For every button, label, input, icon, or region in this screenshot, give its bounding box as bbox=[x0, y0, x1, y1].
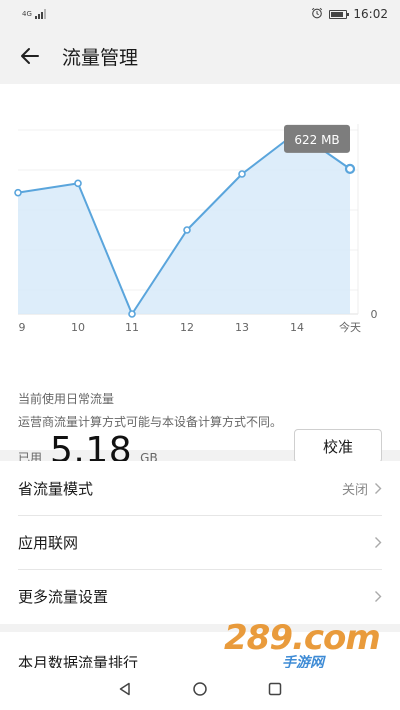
alarm-icon bbox=[311, 7, 323, 22]
square-recents-icon bbox=[268, 682, 281, 696]
nav-home-button[interactable] bbox=[185, 674, 215, 704]
circle-home-icon bbox=[193, 682, 207, 696]
data-point bbox=[238, 170, 246, 178]
app-bar: 流量管理 bbox=[0, 28, 400, 84]
x-tick-label: 今天 bbox=[339, 320, 361, 334]
tooltip-label: 622 MB bbox=[294, 133, 339, 147]
y-tick-label: 0 bbox=[371, 308, 378, 321]
x-tick-label: 9 bbox=[19, 321, 26, 334]
usage-card: 622 MB 9 10 11 12 13 14 今天 0 已用 5.18 GB 校准 当前使用日… bbox=[0, 84, 400, 471]
carrier-note: 运营商流量计算方式可能与本设备计算方式不同。 bbox=[18, 415, 283, 429]
x-tick-label: 10 bbox=[71, 321, 85, 334]
x-tick-label: 12 bbox=[180, 321, 194, 334]
status-time: 16:02 bbox=[353, 7, 388, 21]
calibrate-button[interactable]: 校准 bbox=[294, 429, 382, 463]
status-bar: 4G 16:02 bbox=[0, 0, 400, 28]
nav-back-button[interactable] bbox=[110, 674, 140, 704]
current-usage-label: 当前使用日常流量 bbox=[18, 392, 115, 406]
setting-row-app-network[interactable]: 应用联网 bbox=[0, 515, 400, 569]
signal-icon bbox=[34, 9, 46, 19]
data-point bbox=[183, 226, 191, 234]
triangle-back-icon bbox=[120, 682, 131, 696]
navigation-bar bbox=[0, 668, 400, 710]
x-tick-label: 11 bbox=[125, 321, 139, 334]
setting-value: 关闭 bbox=[341, 482, 368, 498]
data-point bbox=[344, 163, 356, 174]
arrow-left-icon bbox=[21, 48, 39, 64]
setting-label: 更多流量设置 bbox=[18, 587, 109, 606]
setting-row-data-saver[interactable]: 省流量模式 关闭 bbox=[0, 461, 400, 515]
settings-card: 省流量模式 关闭 应用联网 更多流量设置 bbox=[0, 461, 400, 624]
usage-chart[interactable]: 622 MB 9 10 11 12 13 14 今天 0 bbox=[0, 84, 400, 344]
network-type: 4G bbox=[22, 9, 32, 18]
setting-label: 应用联网 bbox=[18, 533, 79, 552]
data-point bbox=[74, 179, 82, 188]
data-point bbox=[128, 310, 136, 318]
status-right: 16:02 bbox=[311, 7, 388, 22]
x-tick-label: 13 bbox=[235, 321, 249, 334]
setting-right: 关闭 bbox=[342, 479, 382, 498]
page-title: 流量管理 bbox=[62, 46, 139, 69]
nav-recents-button[interactable] bbox=[260, 674, 290, 704]
setting-label: 省流量模式 bbox=[18, 479, 94, 498]
setting-row-more-settings[interactable]: 更多流量设置 bbox=[0, 569, 400, 623]
area-fill bbox=[18, 132, 350, 314]
chevron-right-icon bbox=[374, 536, 382, 549]
chevron-right-icon bbox=[374, 590, 382, 603]
setting-right bbox=[374, 590, 382, 603]
chevron-right-icon bbox=[374, 482, 382, 495]
data-point bbox=[14, 188, 22, 197]
x-tick-label: 14 bbox=[290, 321, 304, 334]
setting-right bbox=[374, 536, 382, 549]
status-left: 4G bbox=[22, 9, 46, 19]
battery-icon bbox=[329, 9, 350, 19]
back-button[interactable] bbox=[2, 28, 58, 84]
